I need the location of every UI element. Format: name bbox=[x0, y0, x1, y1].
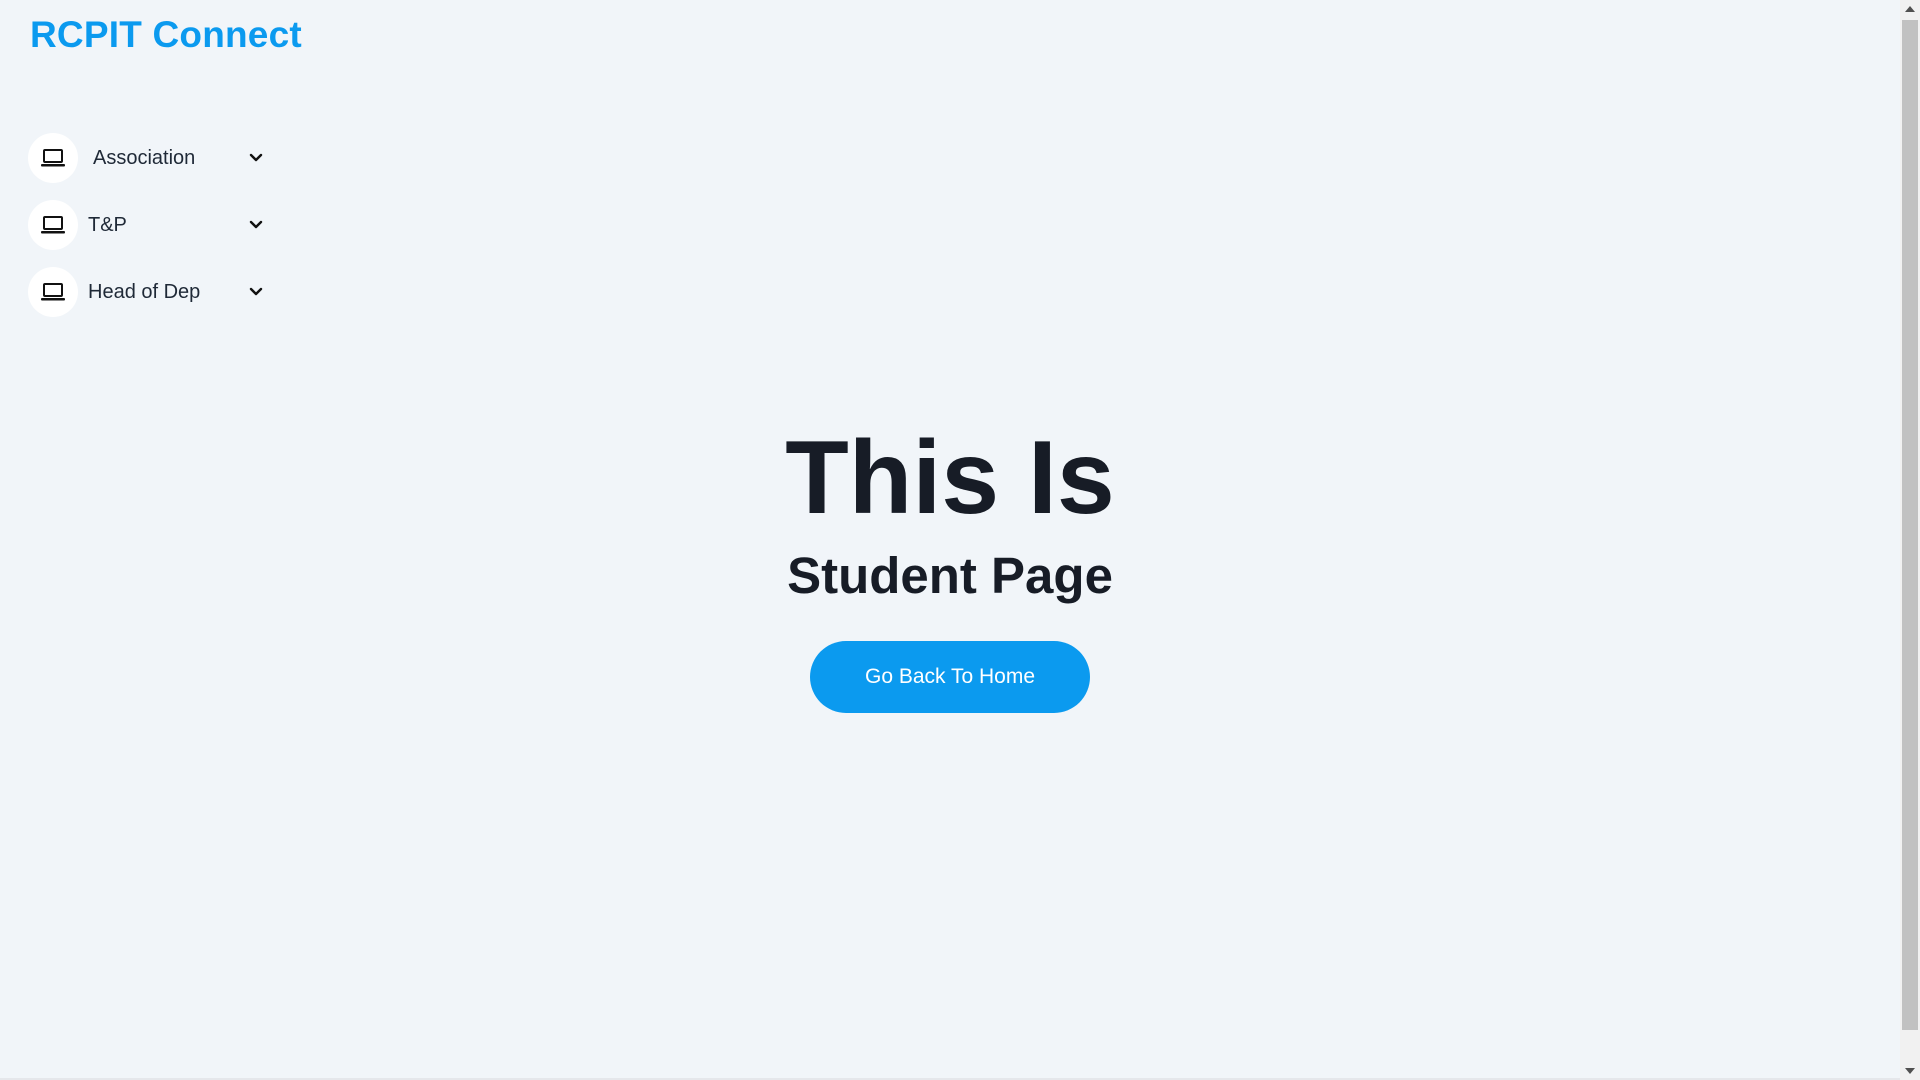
chevron-down-icon[interactable] bbox=[246, 215, 266, 235]
sidebar-item-tp[interactable]: T&P bbox=[28, 200, 278, 250]
page: RCPIT Connect Association T&P Head of De… bbox=[0, 0, 1920, 1080]
brand-logo-text[interactable]: RCPIT Connect bbox=[30, 14, 302, 56]
sidebar-item-label: T&P bbox=[88, 213, 127, 236]
laptop-icon bbox=[28, 267, 78, 317]
go-back-home-button[interactable]: Go Back To Home bbox=[810, 641, 1090, 713]
laptop-icon bbox=[28, 133, 78, 183]
scrollbar-thumb[interactable] bbox=[1902, 20, 1918, 1030]
scroll-up-arrow-icon[interactable] bbox=[1905, 6, 1915, 12]
hero-subtitle: Student Page bbox=[787, 547, 1113, 604]
chevron-down-icon[interactable] bbox=[246, 282, 266, 302]
chevron-down-icon[interactable] bbox=[246, 148, 266, 168]
laptop-icon bbox=[28, 200, 78, 250]
sidebar-item-label: Head of Dep bbox=[88, 280, 201, 303]
sidebar-item-label: Association bbox=[93, 146, 196, 169]
hero-title: This Is bbox=[785, 420, 1115, 536]
sidebar-item-association[interactable]: Association bbox=[28, 133, 278, 183]
vertical-scrollbar[interactable] bbox=[1900, 0, 1920, 1080]
sidebar: Association T&P Head of Dep bbox=[28, 133, 278, 334]
scroll-down-arrow-icon[interactable] bbox=[1905, 1068, 1915, 1074]
sidebar-item-head-of-dep[interactable]: Head of Dep bbox=[28, 267, 278, 317]
hero-section: This Is Student Page Go Back To Home bbox=[0, 418, 1900, 713]
